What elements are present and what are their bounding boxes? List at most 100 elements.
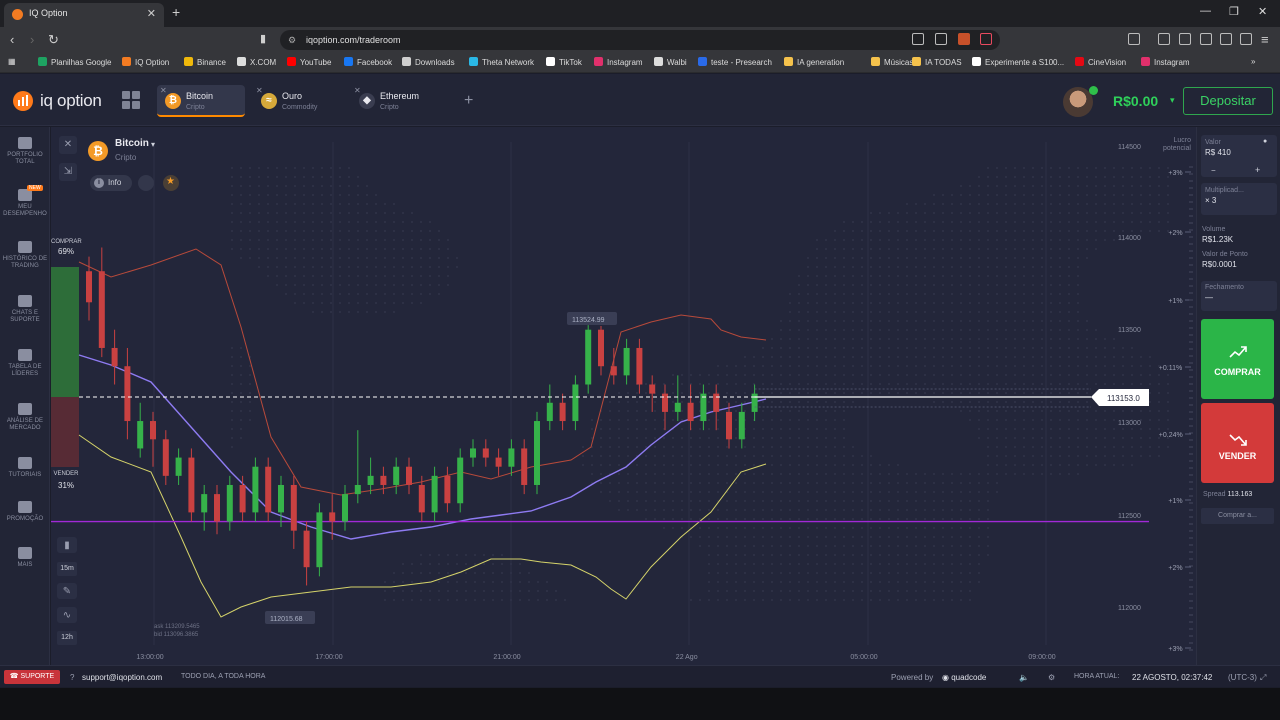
asset-name[interactable]: Bitcoin bbox=[115, 138, 149, 149]
asset-tab-ethereum[interactable]: ✕ ◆ Ethereum Cripto bbox=[351, 85, 439, 117]
sidebar-item-graduation[interactable]: TUTORIAIS bbox=[0, 457, 50, 479]
info-button[interactable]: i Info bbox=[90, 175, 132, 191]
bookmark-item[interactable]: Experimente a S100... bbox=[972, 57, 1064, 67]
alert-bell-icon[interactable] bbox=[138, 175, 154, 191]
bookmark-item[interactable]: IQ Option bbox=[122, 57, 169, 67]
sidebar-item-clock[interactable]: HISTÓRICO DE TRADING bbox=[0, 241, 50, 270]
bookmark-item[interactable]: Walbi bbox=[654, 57, 687, 67]
amount-field[interactable]: Valor R$ 410 ● − + bbox=[1201, 135, 1277, 177]
back-icon[interactable]: ‹ bbox=[10, 32, 14, 47]
bookmark-item[interactable]: TikTok bbox=[546, 57, 582, 67]
bookmark-item[interactable]: YouTube bbox=[287, 57, 331, 67]
amount-value[interactable]: R$ 410 bbox=[1205, 148, 1279, 157]
favorite-star-icon[interactable]: ★ bbox=[163, 175, 179, 191]
bookmark-item[interactable]: Músicas bbox=[871, 57, 913, 67]
close-value[interactable]: — bbox=[1205, 293, 1279, 302]
period-12h[interactable]: 12h bbox=[57, 631, 77, 645]
add-asset-icon[interactable]: + bbox=[464, 92, 473, 110]
balance[interactable]: R$0.00 bbox=[1113, 93, 1158, 109]
briefcase-icon bbox=[18, 137, 32, 149]
bookmark-item[interactable]: Binance bbox=[184, 57, 226, 67]
asset-tab-ouro[interactable]: ✕ ≈ Ouro Commodity bbox=[253, 85, 341, 117]
support-button[interactable]: ☎ SUPORTE bbox=[4, 670, 60, 684]
reading-list-icon[interactable] bbox=[1179, 33, 1191, 45]
indicators-icon[interactable]: ∿ bbox=[57, 607, 77, 623]
minimize-icon[interactable]: — bbox=[1200, 5, 1211, 17]
bookmark-item[interactable]: IA TODAS bbox=[912, 57, 962, 67]
chart-type-icon[interactable]: ▮ bbox=[57, 537, 77, 553]
chevron-down-icon[interactable]: ▾ bbox=[1170, 95, 1175, 106]
fullscreen-icon[interactable]: ⤢ bbox=[1260, 673, 1266, 683]
bookmark-favicon-icon bbox=[1141, 57, 1150, 66]
price-chart[interactable]: 113153.0 113524.99 112015.68 114500 114000 11… bbox=[51, 127, 1196, 665]
apps-icon[interactable]: ▦ bbox=[8, 57, 16, 66]
sidebar-item-briefcase[interactable]: PORTFOLIO TOTAL bbox=[0, 137, 50, 166]
sidebar-item-more[interactable]: MAIS bbox=[0, 547, 50, 569]
bookmark-item[interactable]: Instagram bbox=[594, 57, 643, 67]
sidebar-item-analysis[interactable]: ANÁLISE DE MERCADO bbox=[0, 403, 50, 432]
close-asset-icon[interactable]: ✕ bbox=[354, 86, 361, 95]
sell-button[interactable]: VENDER bbox=[1201, 403, 1274, 483]
close-tab-icon[interactable]: ✕ bbox=[147, 7, 156, 20]
bookmark-icon[interactable]: ▮ bbox=[260, 32, 266, 45]
wallet-icon[interactable] bbox=[1200, 33, 1212, 45]
support-email[interactable]: support@iqoption.com bbox=[82, 673, 162, 682]
chevron-down-icon[interactable]: ▾ bbox=[151, 140, 155, 149]
chart-area[interactable]: 113153.0 113524.99 112015.68 114500 114000 11… bbox=[51, 127, 1196, 665]
sidebar-item-chart[interactable]: NEW MEU DESEMPENHO bbox=[0, 185, 50, 218]
browser-tab[interactable]: IQ Option ✕ bbox=[4, 3, 164, 27]
reload-icon[interactable]: ↻ bbox=[48, 32, 59, 48]
brave-shield-icon[interactable] bbox=[958, 33, 970, 45]
buy-at-button[interactable]: Comprar a... bbox=[1201, 508, 1274, 524]
vpn-icon[interactable] bbox=[1240, 33, 1252, 45]
new-tab-icon[interactable]: + bbox=[172, 4, 180, 20]
url-field[interactable]: ⚙ iqoption.com/traderoom bbox=[280, 30, 1000, 50]
bookmark-item[interactable]: Theta Network bbox=[469, 57, 534, 67]
close-asset-icon[interactable]: ✕ bbox=[160, 86, 167, 95]
asset-tab-bitcoin[interactable]: ✕ ₿ Bitcoin Cripto bbox=[157, 85, 245, 117]
help-icon[interactable]: ● bbox=[1263, 138, 1267, 145]
tab-title: IQ Option bbox=[29, 8, 68, 18]
pin-icon[interactable]: ⇲ bbox=[59, 163, 77, 181]
close-window-icon[interactable]: ✕ bbox=[1258, 5, 1267, 18]
bookmark-item[interactable]: Facebook bbox=[344, 57, 392, 67]
bookmark-item[interactable]: teste - Presearch bbox=[698, 57, 772, 67]
bookmark-item[interactable]: Instagram bbox=[1141, 57, 1190, 67]
timeframe-15m[interactable]: 15m bbox=[57, 562, 77, 576]
buy-button[interactable]: COMPRAR bbox=[1201, 319, 1274, 399]
multiplier-value[interactable]: × 3 bbox=[1205, 196, 1279, 205]
sound-icon[interactable]: 🔈 bbox=[1019, 673, 1029, 682]
close-asset-icon[interactable]: ✕ bbox=[256, 86, 263, 95]
sidebar-toggle-icon[interactable] bbox=[1128, 33, 1140, 45]
increase-amount-button[interactable]: + bbox=[1255, 165, 1260, 175]
more-bookmarks-icon[interactable]: » bbox=[1251, 57, 1255, 66]
deposit-button[interactable]: Depositar bbox=[1183, 87, 1273, 115]
low-label: 112015.68 bbox=[270, 616, 303, 623]
bookmark-item[interactable]: Downloads bbox=[402, 57, 455, 67]
share-icon[interactable] bbox=[935, 33, 947, 45]
maximize-icon[interactable]: ❐ bbox=[1229, 5, 1239, 18]
assets-grid-icon[interactable] bbox=[121, 90, 141, 110]
site-info-icon[interactable]: ⚙ bbox=[288, 35, 296, 46]
sidebar-item-rocket[interactable]: PROMOÇÃO bbox=[0, 501, 50, 523]
draw-tool-icon[interactable]: ✎ bbox=[57, 583, 77, 599]
close-field[interactable]: Fechamento — bbox=[1201, 281, 1277, 311]
rewards-icon[interactable] bbox=[980, 33, 992, 45]
settings-gear-icon[interactable]: ⚙ bbox=[1048, 673, 1055, 682]
cast-icon[interactable] bbox=[912, 33, 924, 45]
multiplier-field[interactable]: Multiplicad... × 3 bbox=[1201, 183, 1277, 215]
sidebar-item-trophy[interactable]: TABELA DE LÍDERES bbox=[0, 349, 50, 378]
decrease-amount-button[interactable]: − bbox=[1211, 166, 1216, 175]
bookmark-item[interactable]: IA generation bbox=[784, 57, 844, 67]
sidebar-item-chat[interactable]: CHATS E SUPORTE bbox=[0, 295, 50, 324]
extensions-icon[interactable] bbox=[1220, 33, 1232, 45]
bookmark-item[interactable]: X.COM bbox=[237, 57, 276, 67]
bookmark-favicon-icon bbox=[237, 57, 246, 66]
music-icon[interactable] bbox=[1158, 33, 1170, 45]
menu-icon[interactable]: ≡ bbox=[1261, 32, 1269, 47]
bookmark-item[interactable]: CineVision bbox=[1075, 57, 1126, 67]
current-time: 22 AGOSTO, 02:37:42 bbox=[1132, 673, 1213, 682]
forward-icon[interactable]: › bbox=[30, 32, 34, 47]
bookmark-item[interactable]: Planilhas Google bbox=[38, 57, 111, 67]
close-chart-icon[interactable]: ✕ bbox=[59, 136, 77, 154]
